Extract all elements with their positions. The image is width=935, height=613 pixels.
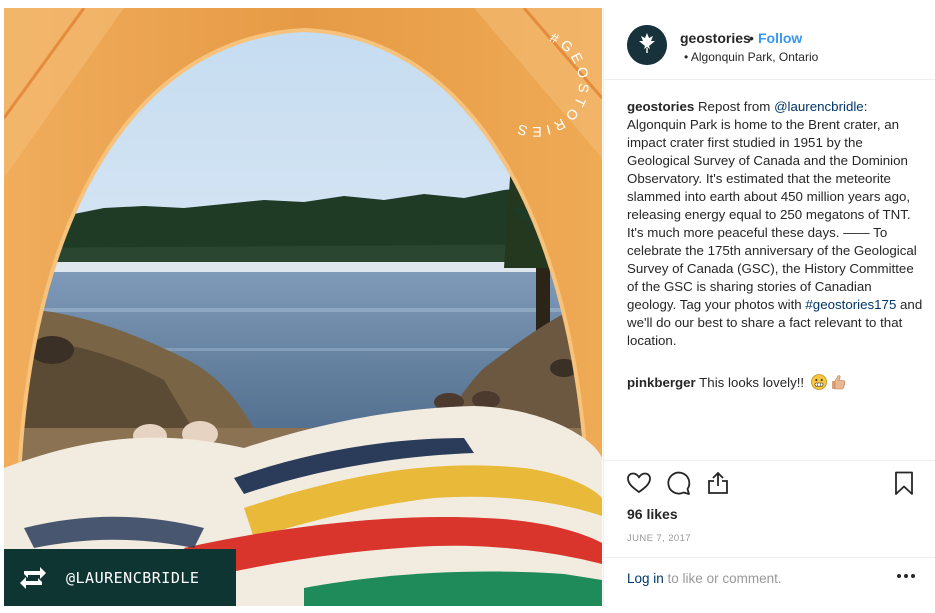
caption-mention-link[interactable]: @laurencbridle (774, 99, 864, 114)
thumbs-up-emoji-icon (830, 374, 846, 395)
heart-icon[interactable] (626, 470, 654, 498)
speech-bubble-icon[interactable] (666, 470, 694, 498)
bookmark-icon[interactable] (891, 470, 919, 498)
post-username[interactable]: geostories (680, 30, 751, 46)
more-options-icon[interactable] (894, 564, 918, 588)
login-prompt: Log in to like or comment. (627, 571, 782, 586)
geostories-watermark: #GEOSTORIES (512, 29, 593, 140)
post-date: JUNE 7, 2017 (627, 533, 691, 544)
likes-count[interactable]: 96 likes (627, 506, 678, 522)
grimacing-face-emoji-icon (810, 374, 827, 395)
instagram-post: #GEOSTORIES @LAURENCBRIDLE geostories • … (0, 0, 935, 613)
follow-button[interactable]: Follow (758, 30, 802, 46)
caption-username[interactable]: geostories (627, 99, 694, 114)
svg-text:#GEOSTORIES: #GEOSTORIES (512, 29, 593, 140)
login-link[interactable]: Log in (627, 571, 664, 586)
repost-icon (16, 562, 50, 594)
credit-handle: @LAURENCBRIDLE (66, 568, 200, 587)
post-location[interactable]: • Algonquin Park, Ontario (684, 50, 818, 64)
separator-dot: • (749, 30, 754, 46)
share-icon[interactable] (705, 470, 733, 498)
divider (604, 557, 935, 558)
post-caption: geostories Repost from @laurencbridle: A… (627, 98, 923, 350)
post-side-panel: geostories • Follow • Algonquin Park, On… (603, 8, 935, 606)
caption-hashtag-link[interactable]: #geostories175 (805, 297, 896, 312)
comment-text: This looks lovely!! (695, 375, 805, 390)
post-header: geostories • Follow • Algonquin Park, On… (604, 8, 935, 80)
post-photo[interactable]: #GEOSTORIES @LAURENCBRIDLE (4, 8, 602, 606)
geostories-logo-icon (627, 25, 667, 65)
divider (604, 460, 935, 461)
login-prompt-text: to like or comment. (663, 571, 782, 586)
caption-text-1: Repost from (694, 99, 775, 114)
repost-credit-bar: @LAURENCBRIDLE (4, 549, 236, 606)
avatar[interactable] (627, 25, 667, 65)
caption-text-2: : Algonquin Park is home to the Brent cr… (627, 99, 917, 312)
comment-item: pinkberger This looks lovely!! (627, 374, 923, 395)
comment-username[interactable]: pinkberger (627, 375, 696, 390)
